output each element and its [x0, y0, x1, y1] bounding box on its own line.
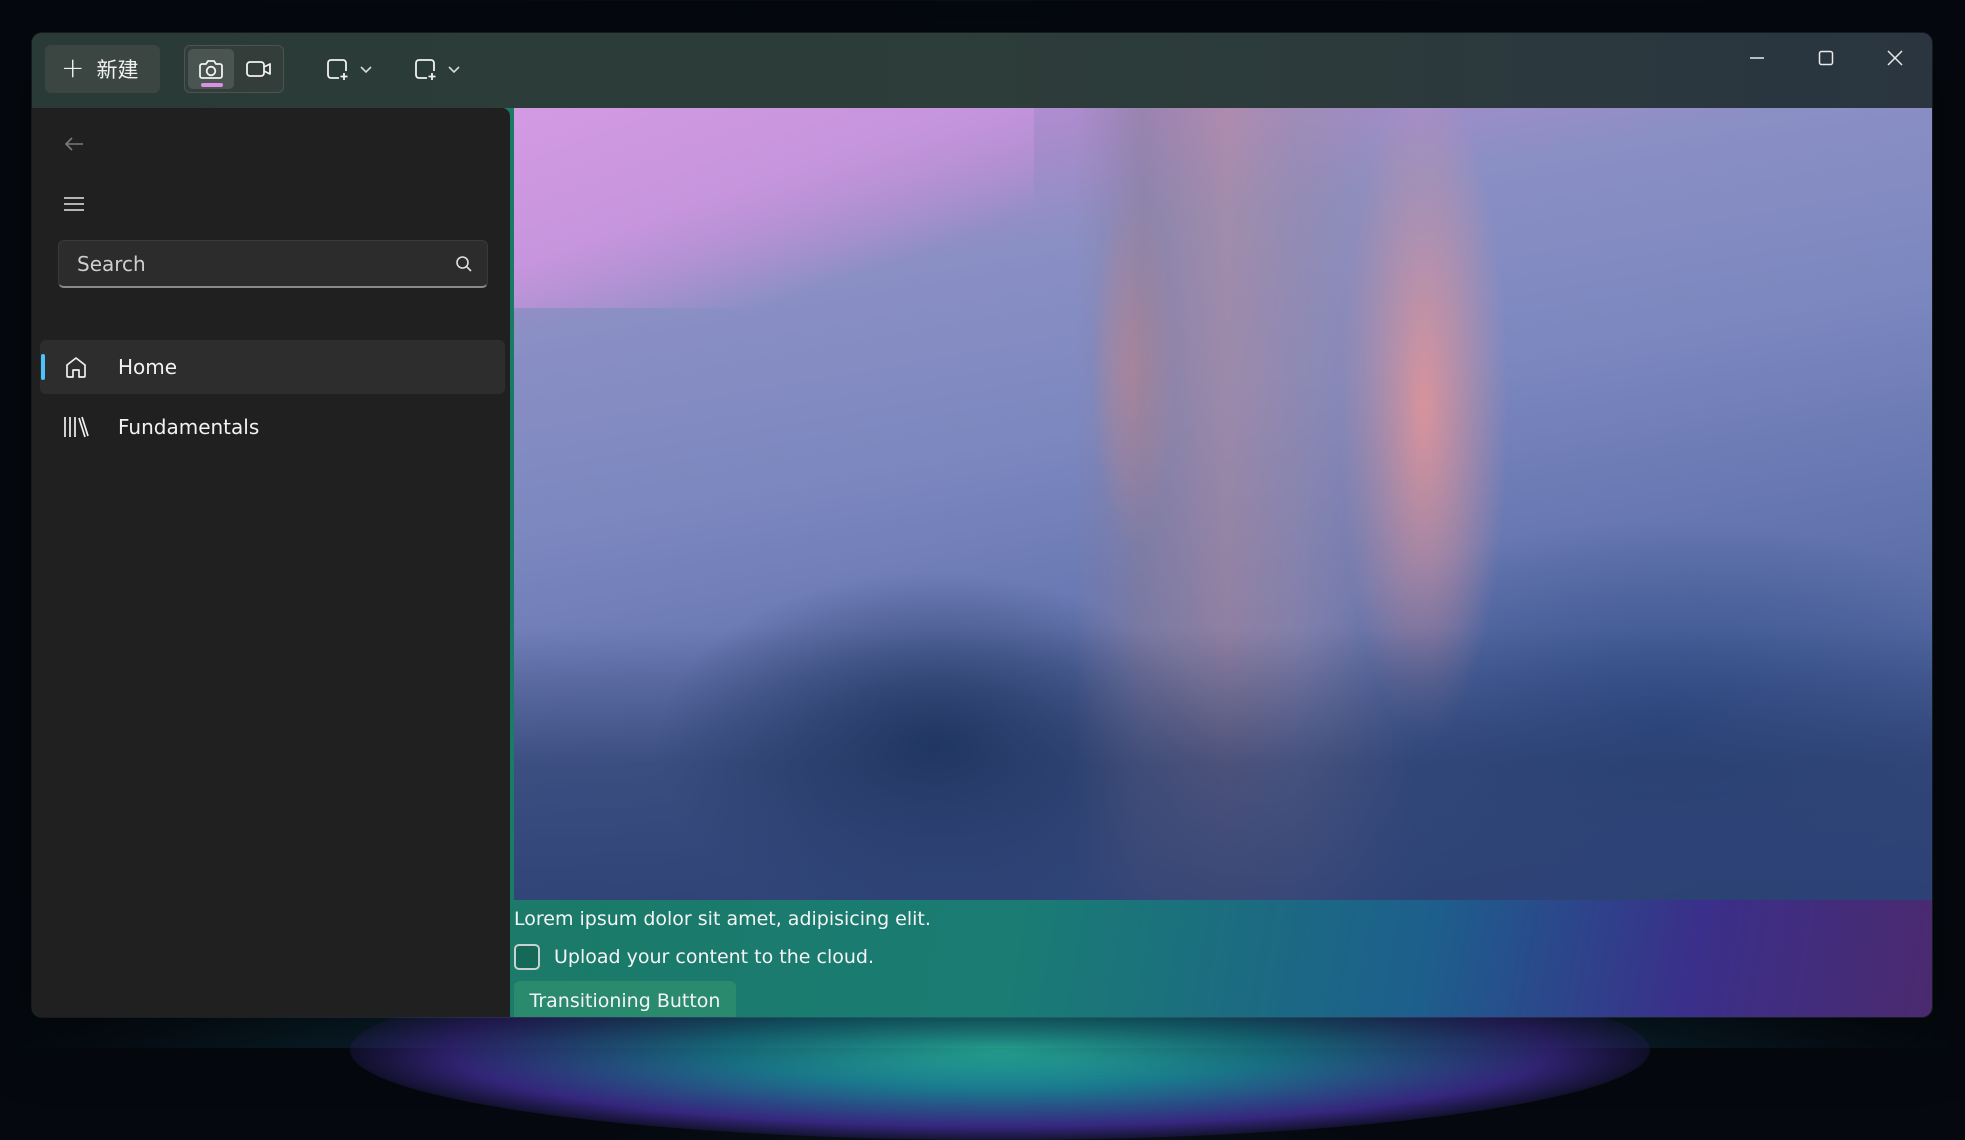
chevron-down-icon [360, 66, 372, 74]
plus-icon: + [61, 50, 85, 84]
capture-mode-toggle [184, 45, 284, 93]
title-bar: + 新建 [32, 33, 1932, 108]
hero-sky [514, 108, 1034, 308]
close-icon [1887, 50, 1903, 66]
close-button[interactable] [1861, 33, 1929, 83]
video-mode-button[interactable] [237, 49, 281, 89]
hamburger-menu-icon [64, 197, 84, 211]
selected-mode-indicator [201, 83, 223, 87]
screenshot-mode-button[interactable] [188, 49, 234, 89]
upload-checkbox-label: Upload your content to the cloud. [554, 946, 874, 968]
snip-window-dropdown[interactable] [405, 47, 469, 91]
hero-image-mountain [514, 108, 1932, 900]
nav-label-fundamentals: Fundamentals [118, 415, 260, 439]
menu-toggle-button[interactable] [52, 184, 96, 224]
selection-indicator [41, 354, 45, 380]
hero-forest [514, 628, 1932, 900]
camera-icon [199, 60, 223, 79]
home-icon [66, 357, 86, 378]
nav-item-fundamentals[interactable]: Fundamentals [40, 400, 505, 454]
navigation-pane: Home Fundamentals [32, 108, 510, 1017]
snip-shape-dropdown[interactable] [317, 47, 381, 91]
back-arrow-icon [64, 137, 83, 151]
minimize-icon [1750, 57, 1764, 59]
upload-checkbox[interactable] [514, 944, 540, 970]
video-camera-icon [246, 61, 271, 77]
maximize-button[interactable] [1792, 33, 1860, 83]
caption-text: Lorem ipsum dolor sit amet, adipisicing … [514, 908, 931, 930]
new-button-label: 新建 [96, 58, 139, 82]
search-box [58, 240, 488, 288]
nav-item-home[interactable]: Home [40, 340, 505, 394]
window-snip-icon [415, 59, 436, 80]
transitioning-button[interactable]: Transitioning Button [514, 981, 736, 1017]
upload-checkbox-row[interactable]: Upload your content to the cloud. [514, 944, 874, 970]
library-icon [64, 416, 89, 438]
back-button[interactable] [52, 126, 96, 162]
search-icon[interactable] [455, 255, 473, 273]
content-area: Lorem ipsum dolor sit amet, adipisicing … [514, 108, 1932, 1017]
nav-label-home: Home [118, 355, 178, 379]
chevron-down-icon [448, 66, 460, 74]
app-window: + 新建 Search Home Fundamentals Lorem ipsu… [32, 33, 1932, 1017]
search-input[interactable] [75, 250, 455, 277]
maximize-icon [1818, 50, 1834, 66]
new-button[interactable]: + 新建 [45, 45, 160, 93]
rectangle-snip-icon [327, 59, 348, 80]
minimize-button[interactable] [1723, 33, 1791, 83]
